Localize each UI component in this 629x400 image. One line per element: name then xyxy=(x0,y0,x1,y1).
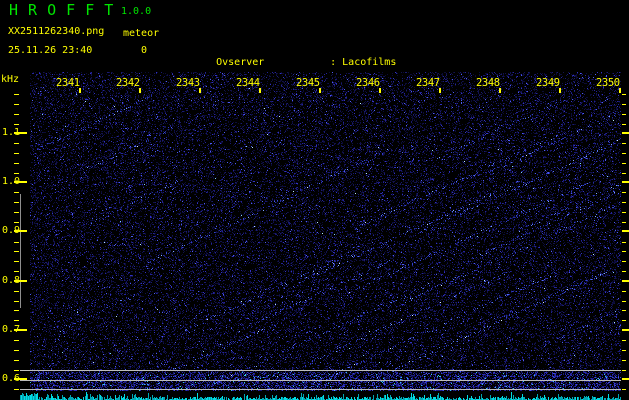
y-major-tick-left xyxy=(14,280,27,282)
y-minor-tick-right xyxy=(622,222,626,223)
y-minor-tick-right xyxy=(622,389,626,390)
y-minor-tick-right xyxy=(622,291,626,292)
y-major-tick-left xyxy=(14,378,27,380)
y-minor-tick-right xyxy=(622,114,626,115)
y-minor-tick-right xyxy=(622,271,626,272)
y-minor-tick-left xyxy=(14,389,19,390)
y-major-tick-left xyxy=(14,181,27,183)
y-major-tick-right xyxy=(622,181,629,183)
x-tick-label: 2348 xyxy=(476,77,500,89)
y-minor-tick-right xyxy=(622,340,626,341)
y-minor-tick-right xyxy=(622,261,626,262)
y-minor-tick-right xyxy=(622,153,626,154)
y-minor-tick-left xyxy=(14,271,19,272)
y-minor-tick-left xyxy=(14,291,19,292)
x-tick xyxy=(79,88,81,93)
y-minor-tick-right xyxy=(622,94,626,95)
meteor-count: 0 xyxy=(141,45,148,56)
app-version: 1.0.0 xyxy=(121,6,152,17)
x-tick-label: 2342 xyxy=(116,77,140,89)
freq-axis-unit: kHz xyxy=(1,74,20,85)
x-tick-label: 2349 xyxy=(536,77,560,89)
y-minor-tick-right xyxy=(622,320,626,321)
y-minor-tick-right xyxy=(622,370,626,371)
x-tick xyxy=(499,88,501,93)
y-minor-tick-left xyxy=(14,242,19,243)
y-minor-tick-left xyxy=(14,202,19,203)
x-tick xyxy=(439,88,441,93)
y-minor-tick-left xyxy=(14,360,19,361)
x-tick-label: 2345 xyxy=(296,77,320,89)
y-minor-tick-left xyxy=(14,163,19,164)
y-major-tick-right xyxy=(622,329,629,331)
y-minor-tick-left xyxy=(14,310,19,311)
x-tick-label: 2350 xyxy=(596,77,620,89)
y-minor-tick-right xyxy=(622,143,626,144)
x-tick xyxy=(319,88,321,93)
y-major-tick-left xyxy=(14,329,27,331)
y-minor-tick-left xyxy=(14,104,19,105)
axis-marker-bar xyxy=(20,194,21,308)
info-value: Lacofilms xyxy=(342,57,397,69)
y-minor-tick-right xyxy=(622,350,626,351)
y-minor-tick-left xyxy=(14,192,19,193)
y-minor-tick-right xyxy=(622,124,626,125)
y-minor-tick-right xyxy=(622,104,626,105)
y-minor-tick-left xyxy=(14,173,19,174)
y-major-tick-right xyxy=(622,280,629,282)
x-tick xyxy=(199,88,201,93)
y-major-tick-right xyxy=(622,230,629,232)
mode-label: meteor xyxy=(123,28,160,39)
y-major-tick-left xyxy=(14,132,27,134)
y-major-tick-left xyxy=(14,230,27,232)
x-tick xyxy=(139,88,141,93)
y-minor-tick-left xyxy=(14,143,19,144)
y-minor-tick-left xyxy=(14,350,19,351)
spectrogram-canvas xyxy=(30,72,621,392)
y-minor-tick-right xyxy=(622,192,626,193)
x-tick xyxy=(379,88,381,93)
carrier-reference-line xyxy=(20,370,621,371)
y-minor-tick-left xyxy=(14,340,19,341)
level-graph-canvas xyxy=(20,391,621,400)
y-minor-tick-right xyxy=(622,301,626,302)
output-filename: XX2511262340.png xyxy=(8,26,105,37)
y-minor-tick-left xyxy=(14,261,19,262)
y-minor-tick-left xyxy=(14,320,19,321)
datetime-label: 25.11.26 23:40 xyxy=(8,45,93,56)
y-minor-tick-left xyxy=(14,301,19,302)
x-tick-label: 2347 xyxy=(416,77,440,89)
y-minor-tick-left xyxy=(14,212,19,213)
y-minor-tick-left xyxy=(14,251,19,252)
y-major-tick-right xyxy=(622,378,629,380)
y-minor-tick-left xyxy=(14,370,19,371)
y-minor-tick-right xyxy=(622,242,626,243)
y-minor-tick-left xyxy=(14,94,19,95)
app-title: H R O F F T xyxy=(9,1,114,19)
x-tick-label: 2346 xyxy=(356,77,380,89)
y-minor-tick-left xyxy=(14,124,19,125)
x-tick xyxy=(559,88,561,93)
y-minor-tick-right xyxy=(622,251,626,252)
y-minor-tick-right xyxy=(622,202,626,203)
info-key: Ovserver xyxy=(216,57,265,69)
info-colon: : xyxy=(330,57,337,69)
x-tick-label: 2341 xyxy=(56,77,80,89)
y-minor-tick-left xyxy=(14,153,19,154)
x-tick-label: 2344 xyxy=(236,77,260,89)
y-major-tick-right xyxy=(622,132,629,134)
y-minor-tick-left xyxy=(14,222,19,223)
x-tick-label: 2343 xyxy=(176,77,200,89)
x-tick xyxy=(259,88,261,93)
carrier-reference-line xyxy=(20,380,621,381)
y-minor-tick-right xyxy=(622,173,626,174)
y-minor-tick-right xyxy=(622,310,626,311)
y-minor-tick-right xyxy=(622,212,626,213)
y-minor-tick-right xyxy=(622,360,626,361)
hrofft-screen: H R O F F T 1.0.0 XX2511262340.png meteo… xyxy=(0,0,629,400)
y-minor-tick-left xyxy=(14,114,19,115)
carrier-reference-line xyxy=(20,389,621,390)
x-tick xyxy=(619,88,621,93)
y-minor-tick-right xyxy=(622,163,626,164)
